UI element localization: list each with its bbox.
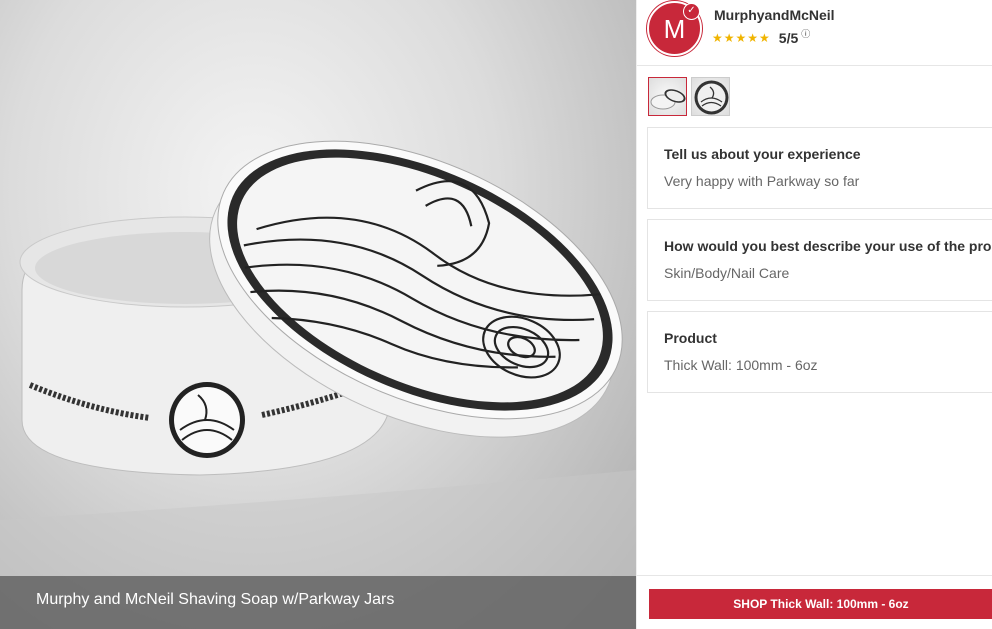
card-title: Product	[664, 330, 717, 346]
card-title: How would you best describe your use of …	[664, 238, 992, 254]
product-photo: Murphy and McNeil Shaving Soap w/Parkway…	[0, 0, 636, 629]
jar-illustration	[0, 140, 636, 629]
experience-card: Tell us about your experience Very happy…	[647, 127, 992, 209]
info-icon[interactable]: ⓘ	[801, 27, 810, 40]
card-title: Tell us about your experience	[664, 146, 861, 162]
footer: SHOP Thick Wall: 100mm - 6oz	[637, 575, 992, 629]
username[interactable]: MurphyandMcNeil	[714, 7, 835, 23]
rating: ★★★★★ 5/5 ⓘ	[712, 27, 810, 47]
rating-score: 5/5	[778, 30, 799, 46]
verified-check-icon: ✓	[683, 3, 700, 20]
thumbnail-strip	[648, 77, 730, 116]
product-card: Product Thick Wall: 100mm - 6oz	[647, 311, 992, 393]
photo-caption: Murphy and McNeil Shaving Soap w/Parkway…	[36, 591, 395, 608]
usage-card: How would you best describe your use of …	[647, 219, 992, 301]
thumbnail-2[interactable]	[691, 77, 730, 116]
caption-bar: Murphy and McNeil Shaving Soap w/Parkway…	[0, 576, 636, 629]
thumbnail-1[interactable]	[648, 77, 687, 116]
card-value: Skin/Body/Nail Care	[664, 265, 790, 281]
star-rating-icon: ★★★★★	[712, 31, 771, 45]
card-value: Thick Wall: 100mm - 6oz	[664, 357, 818, 373]
review-panel: M ✓ MurphyandMcNeil ★★★★★ 5/5 ⓘ Tell us …	[636, 0, 992, 629]
card-value: Very happy with Parkway so far	[664, 173, 860, 189]
review-header: M ✓ MurphyandMcNeil ★★★★★ 5/5 ⓘ	[637, 0, 992, 66]
shop-button[interactable]: SHOP Thick Wall: 100mm - 6oz	[649, 589, 992, 619]
